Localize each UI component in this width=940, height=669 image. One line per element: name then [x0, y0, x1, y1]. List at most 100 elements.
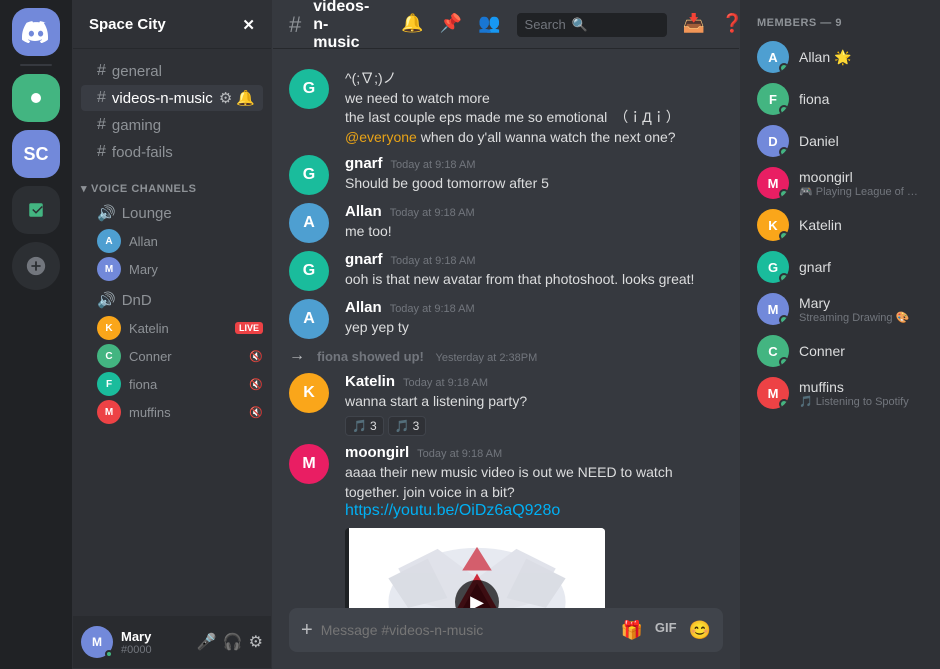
speaker-icon-dnd: 🔊: [97, 291, 116, 309]
server-icon-2[interactable]: SC: [12, 130, 60, 178]
msg-header-allan1: Allan Today at 9:18 AM: [345, 203, 723, 220]
reaction-musical-1[interactable]: 🎵 3: [345, 416, 384, 436]
voice-channel-dnd[interactable]: 🔊 DnD: [81, 287, 263, 313]
everyone-mention: @everyone: [345, 129, 417, 145]
dnd-member-katelin[interactable]: K Katelin LIVE: [73, 314, 271, 342]
channel-header: # videos-n-music 🔔 📌 👥 Search 🔍 📥 ❓: [273, 1, 739, 49]
msg-text-allan2: yep yep ty: [345, 318, 723, 338]
bell-header-icon[interactable]: 🔔: [401, 13, 423, 37]
settings-icon-user[interactable]: ⚙: [249, 632, 263, 652]
server-divider: [20, 64, 52, 66]
live-badge: LIVE: [235, 322, 263, 334]
members-sidebar: MEMBERS — 9 A Allan 🌟 F fiona D Daniel: [740, 0, 940, 669]
message-input-box: + 🎁 GIF 😊: [289, 608, 723, 652]
msg-author-gnarf2: gnarf: [345, 251, 383, 268]
channel-item-food[interactable]: # food-fails: [81, 139, 263, 165]
video-embed: BEAK ▶: [345, 528, 605, 608]
server-icon-4[interactable]: [12, 242, 60, 290]
hash-icon-active: #: [97, 89, 106, 107]
voice-channels-category[interactable]: ▾ VOICE CHANNELS: [73, 166, 271, 199]
lounge-member-allan[interactable]: A Allan: [73, 227, 271, 255]
member-item-gnarf-main[interactable]: G gnarf: [749, 247, 931, 287]
member-name-gnarf: gnarf: [799, 259, 923, 275]
member-item-katelin-main[interactable]: K Katelin: [749, 205, 931, 245]
member-avatar-katelin: K: [97, 316, 121, 340]
online-dot-allan: [779, 63, 789, 73]
voice-channel-lounge[interactable]: 🔊 Lounge: [81, 200, 263, 226]
member-item-mary-main[interactable]: M Mary Streaming Drawing 🎨: [749, 289, 931, 329]
member-item-allan[interactable]: A Allan 🌟: [749, 37, 931, 77]
notification-icon[interactable]: 🔔: [236, 89, 255, 107]
dnd-member-fiona[interactable]: F fiona 🔇: [73, 370, 271, 398]
msg-header-gnarf2: gnarf Today at 9:18 AM: [345, 251, 723, 268]
msg-avatar-allan2: A: [289, 299, 329, 339]
muted-icon: 🔇: [249, 350, 263, 363]
inbox-header-icon[interactable]: 📥: [683, 13, 705, 37]
member-item-daniel[interactable]: D Daniel: [749, 121, 931, 161]
user-controls: 🎤 🎧 ⚙: [197, 632, 263, 652]
member-item-conner-main[interactable]: C Conner: [749, 331, 931, 371]
member-item-fiona[interactable]: F fiona: [749, 79, 931, 119]
msg-timestamp-katelin: Today at 9:18 AM: [403, 377, 488, 389]
video-thumbnail[interactable]: BEAK ▶: [349, 528, 605, 608]
member-avatar-main-katelin: K: [757, 209, 789, 241]
mic-icon[interactable]: 🎤: [197, 632, 217, 652]
msg-text-line4: @everyone when do y'all wanna watch the …: [345, 128, 723, 148]
member-avatar-main-daniel: D: [757, 125, 789, 157]
channel-item-gaming[interactable]: # gaming: [81, 112, 263, 138]
online-status-dot: [105, 650, 113, 658]
member-info-daniel: Daniel: [799, 133, 923, 149]
member-avatar-main-moongirl: M: [757, 167, 789, 199]
channel-item-general[interactable]: # general: [81, 58, 263, 84]
msg-content-continuation: ^(;∇;)ノ we need to watch more the last c…: [345, 69, 723, 147]
msg-avatar-gnarf1: G: [289, 155, 329, 195]
dnd-member-muffins[interactable]: M muffins 🔇: [73, 398, 271, 426]
reaction-musical-2[interactable]: 🎵 3: [388, 416, 427, 436]
member-info-fiona: fiona: [799, 91, 923, 107]
dnd-member-conner[interactable]: C Conner 🔇: [73, 342, 271, 370]
message-group-continuation: G ^(;∇;)ノ we need to watch more the last…: [273, 65, 739, 151]
channel-name-general: general: [112, 63, 162, 80]
member-name-moongirl: moongirl: [799, 169, 923, 185]
emoji-icon[interactable]: 😊: [689, 620, 711, 641]
member-item-muffins-main[interactable]: M muffins 🎵 Listening to Spotify: [749, 373, 931, 413]
member-avatar-muffins: M: [97, 400, 121, 424]
settings-icon[interactable]: ⚙: [219, 89, 232, 107]
input-icons: 🎁 GIF 😊: [620, 620, 711, 641]
member-name-katelin: Katelin: [799, 217, 923, 233]
online-dot-katelin: [779, 231, 789, 241]
lounge-member-mary[interactable]: M Mary: [73, 255, 271, 283]
hash-icon-food: #: [97, 143, 106, 161]
channel-item-videos[interactable]: # videos-n-music ⚙ 🔔: [81, 85, 263, 111]
header-search[interactable]: Search 🔍: [517, 13, 667, 37]
server-name-header[interactable]: Space City ✕: [73, 1, 271, 49]
member-item-moongirl[interactable]: M moongirl 🎮 Playing League of Legends: [749, 163, 931, 203]
server-name: Space City: [89, 16, 166, 33]
online-dot-moongirl: [779, 189, 789, 199]
member-name-daniel: Daniel: [799, 133, 923, 149]
msg-content-gnarf1: gnarf Today at 9:18 AM Should be good to…: [345, 155, 723, 195]
headset-icon[interactable]: 🎧: [223, 632, 243, 652]
member-name-mary: Mary: [799, 295, 923, 311]
user-panel: M Mary #0000 🎤 🎧 ⚙: [73, 616, 271, 668]
msg-link-youtube[interactable]: https://youtu.be/OiDz6aQ928o: [345, 502, 560, 519]
server-icon-3[interactable]: [12, 186, 60, 234]
msg-header-katelin: Katelin Today at 9:18 AM: [345, 373, 723, 390]
current-username: Mary: [121, 629, 189, 644]
msg-text-line1: ^(;∇;)ノ: [345, 69, 723, 89]
speaker-icon: 🔊: [97, 204, 116, 222]
online-dot-fiona: [779, 105, 789, 115]
muted-icon-3: 🔇: [249, 406, 263, 419]
member-info-conner: Conner: [799, 343, 923, 359]
gift-icon[interactable]: 🎁: [620, 620, 642, 641]
server-icon-1[interactable]: [12, 74, 60, 122]
discord-home-button[interactable]: [12, 8, 60, 56]
message-input[interactable]: [321, 622, 613, 638]
attach-icon[interactable]: +: [301, 619, 313, 642]
hash-icon: #: [97, 62, 106, 80]
members-header-icon[interactable]: 👥: [478, 13, 500, 37]
search-text: Search: [525, 17, 566, 32]
gif-icon[interactable]: GIF: [655, 620, 677, 641]
pin-header-icon[interactable]: 📌: [440, 13, 462, 37]
msg-text-moongirl: aaaa their new music video is out we NEE…: [345, 463, 723, 502]
